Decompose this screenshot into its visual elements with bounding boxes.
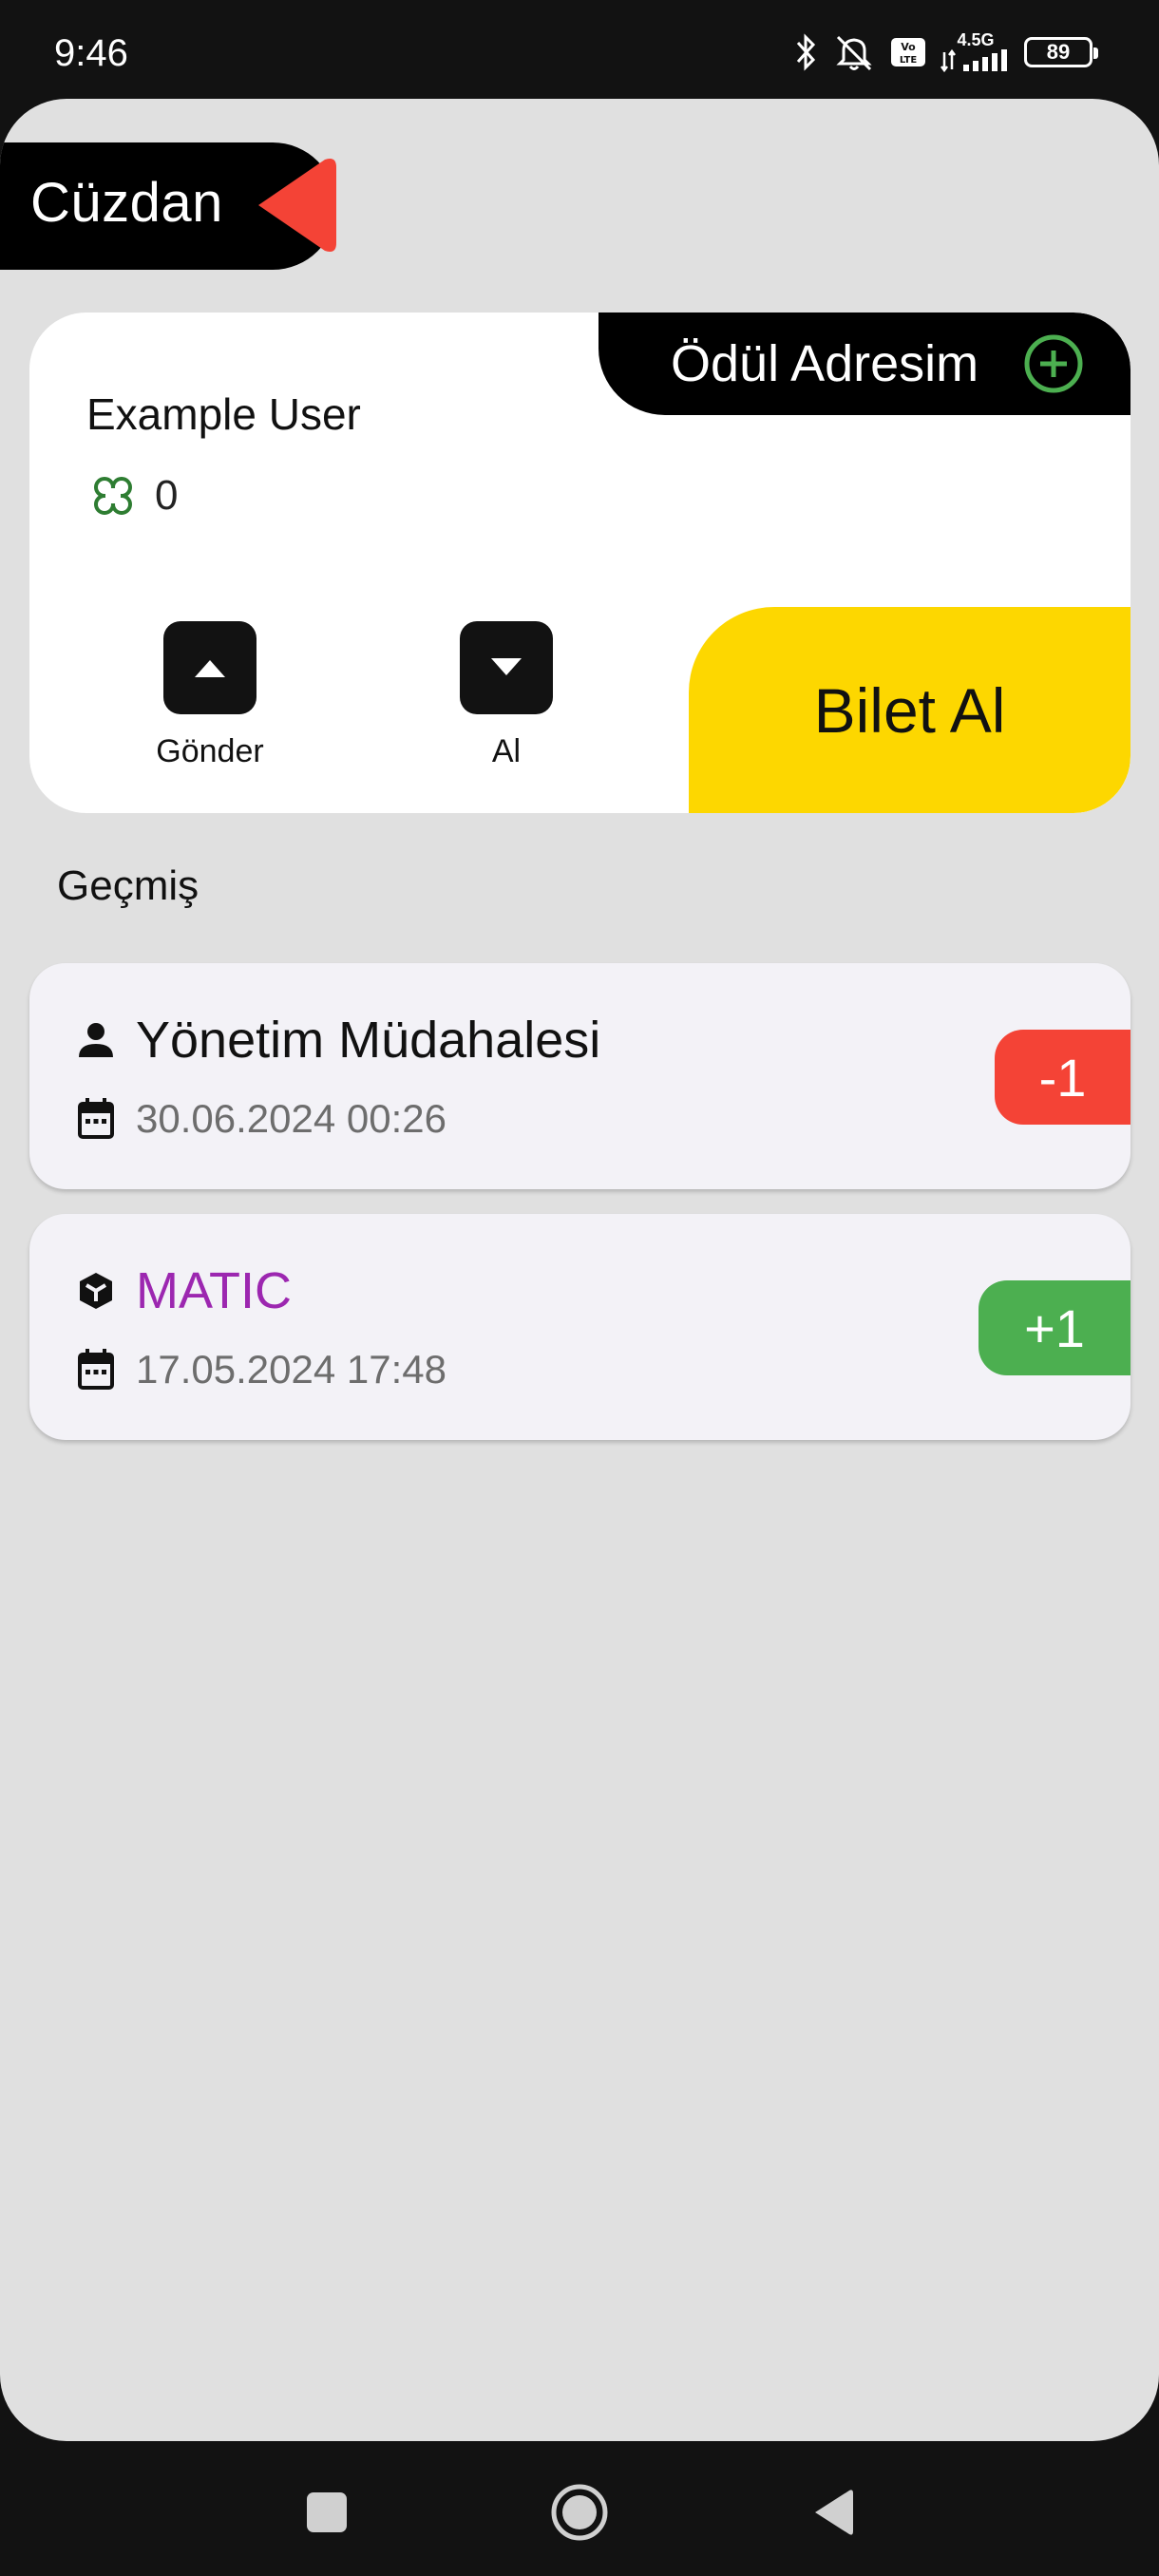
transaction-date: 17.05.2024 17:48 — [136, 1347, 446, 1392]
calendar-icon — [78, 1098, 114, 1139]
receive-action[interactable]: Al — [430, 621, 582, 770]
person-icon — [79, 1023, 113, 1057]
transaction-amount: +1 — [1024, 1297, 1085, 1358]
send-label: Gönder — [156, 733, 264, 769]
buy-ticket-label: Bilet Al — [813, 674, 1006, 746]
back-triangle-icon — [815, 2490, 853, 2535]
status-time: 9:46 — [54, 32, 128, 74]
wallet-card: Ödül Adresim Example User 0 Gönder Al Bi… — [29, 313, 1130, 813]
arrow-down-icon — [491, 658, 522, 675]
user-name: Example User — [86, 389, 361, 439]
battery-level: 89 — [1046, 40, 1071, 64]
battery-icon: 89 — [1024, 37, 1098, 67]
svg-text:Vo: Vo — [901, 41, 916, 53]
square-icon — [307, 2492, 347, 2532]
buy-ticket-button[interactable]: Bilet Al — [689, 607, 1130, 813]
reward-address-label: Ödül Adresim — [671, 335, 979, 392]
signal-icon — [940, 48, 1007, 73]
system-nav-bar — [0, 2441, 1159, 2576]
calendar-icon — [78, 1349, 114, 1390]
arrow-up-icon — [195, 660, 225, 677]
svg-text:LTE: LTE — [900, 55, 918, 66]
transaction-date-row: 30.06.2024 00:26 — [75, 1096, 446, 1142]
transaction-date: 30.06.2024 00:26 — [136, 1096, 446, 1141]
balance-value: 0 — [155, 472, 179, 519]
page-title: Cüzdan — [30, 172, 223, 234]
status-icons: Vo LTE 4.5G 89 — [794, 28, 1098, 76]
status-bar: 9:46 Vo LTE 4.5G 89 — [0, 0, 1159, 99]
volte-icon: Vo LTE — [891, 38, 925, 66]
history-title: Geçmiş — [57, 862, 200, 909]
cube-icon — [80, 1273, 112, 1309]
network-indicator: 4.5G — [940, 31, 1011, 73]
clover-icon — [94, 477, 132, 515]
back-button[interactable] — [800, 2479, 866, 2546]
back-arrow-icon[interactable] — [253, 156, 342, 255]
transaction-title-row: MATIC — [75, 1261, 292, 1320]
amount-badge: +1 — [978, 1280, 1130, 1375]
add-circle-icon — [1024, 334, 1083, 393]
transaction-date-row: 17.05.2024 17:48 — [75, 1347, 446, 1392]
network-type: 4.5G — [957, 30, 995, 49]
transaction-title: Yönetim Müdahalesi — [136, 1012, 601, 1069]
bluetooth-icon — [796, 33, 816, 71]
transaction-card[interactable]: MATIC 17.05.2024 17:48 +1 — [29, 1214, 1130, 1440]
reward-address-button[interactable]: Ödül Adresim — [598, 313, 1130, 415]
home-circle-icon — [551, 2484, 608, 2541]
send-button[interactable] — [163, 621, 256, 714]
transaction-card[interactable]: Yönetim Müdahalesi 30.06.2024 00:26 -1 — [29, 963, 1130, 1189]
transaction-amount: -1 — [1038, 1047, 1087, 1108]
home-button[interactable] — [546, 2479, 613, 2546]
app-screen: Cüzdan Ödül Adresim Example User 0 Gönde… — [0, 99, 1159, 2441]
send-action[interactable]: Gönder — [134, 621, 286, 770]
recents-button[interactable] — [294, 2479, 360, 2546]
receive-button[interactable] — [460, 621, 553, 714]
balance-row: 0 — [86, 469, 178, 522]
mute-bell-icon — [836, 35, 872, 71]
receive-label: Al — [491, 733, 522, 769]
amount-badge: -1 — [995, 1030, 1130, 1125]
transaction-title-row: Yönetim Müdahalesi — [75, 1011, 600, 1070]
transaction-title: MATIC — [136, 1262, 292, 1319]
